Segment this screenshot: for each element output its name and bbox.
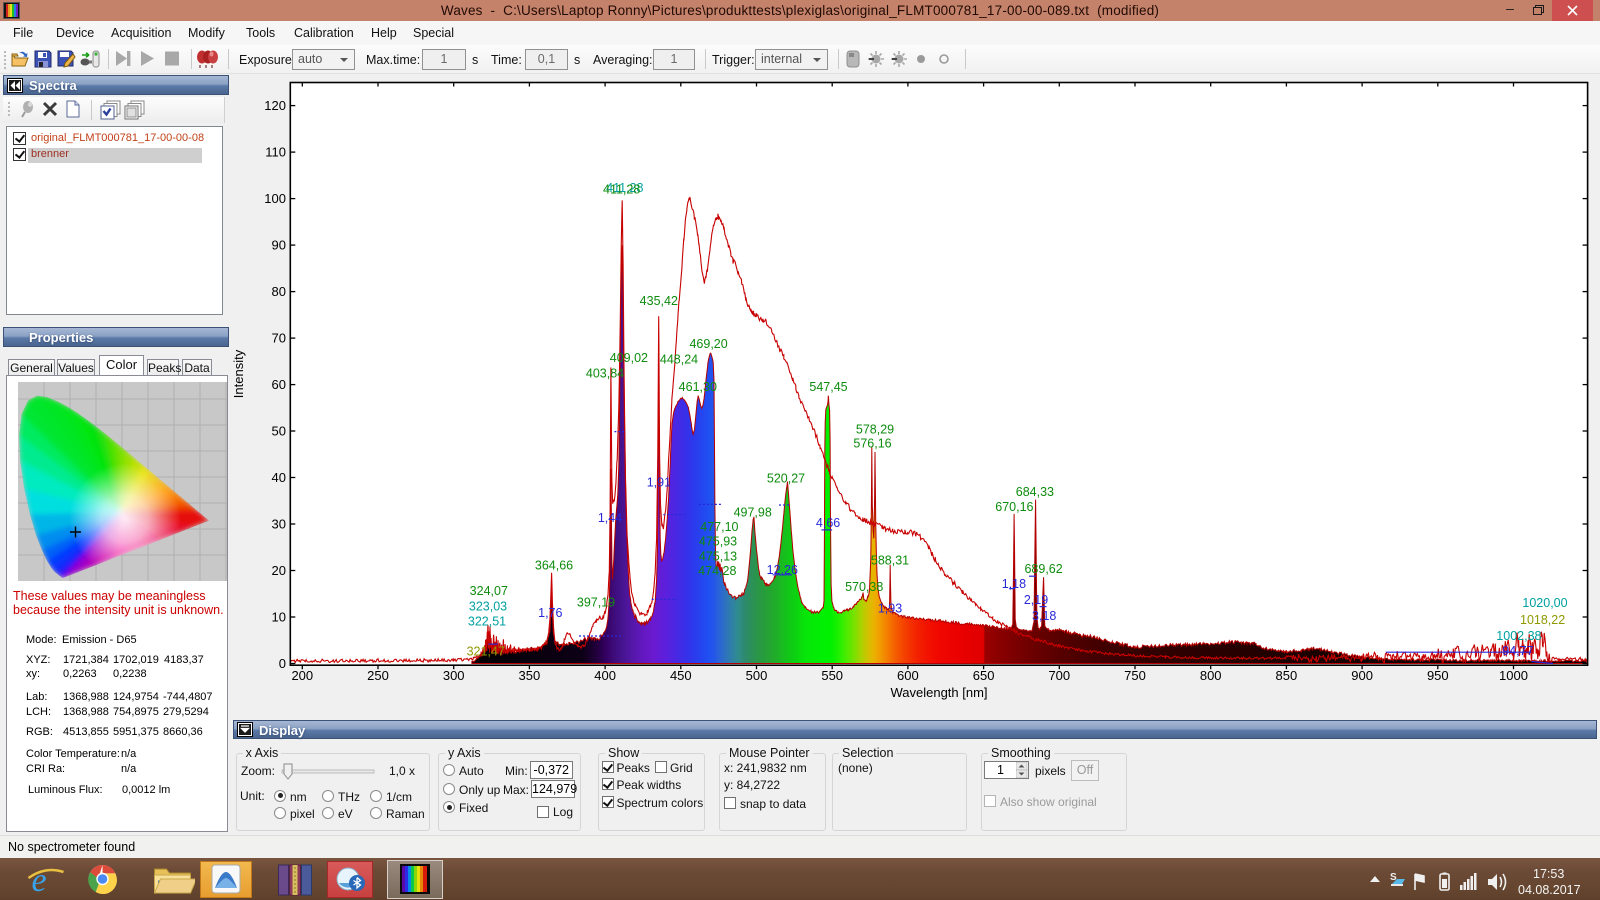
svg-text:474,28: 474,28 <box>698 564 736 578</box>
svg-text:120: 120 <box>264 98 286 113</box>
svg-text:950: 950 <box>1427 668 1449 683</box>
svg-text:403,84: 403,84 <box>586 367 624 381</box>
svg-text:1020,00: 1020,00 <box>1522 596 1567 610</box>
svg-text:4,66: 4,66 <box>816 516 840 530</box>
svg-text:461,30: 461,30 <box>679 380 717 394</box>
svg-text:350: 350 <box>519 668 541 683</box>
svg-text:547,45: 547,45 <box>809 380 847 394</box>
svg-text:321,47: 321,47 <box>467 644 505 658</box>
svg-text:475,13: 475,13 <box>699 549 737 563</box>
svg-text:Intensity: Intensity <box>232 349 246 398</box>
svg-text:324,07: 324,07 <box>470 584 508 598</box>
svg-text:550: 550 <box>821 668 843 683</box>
svg-text:684,33: 684,33 <box>1016 485 1054 499</box>
svg-text:588,31: 588,31 <box>871 553 909 567</box>
svg-text:323,03: 323,03 <box>469 599 507 613</box>
svg-text:411,28: 411,28 <box>603 183 640 197</box>
svg-text:40: 40 <box>272 470 286 485</box>
svg-text:1,44: 1,44 <box>598 511 622 525</box>
svg-text:477,10: 477,10 <box>700 520 738 534</box>
svg-text:520,27: 520,27 <box>767 471 805 485</box>
svg-text:200: 200 <box>291 668 313 683</box>
svg-text:322,51: 322,51 <box>468 614 506 628</box>
svg-text:Wavelength [nm]: Wavelength [nm] <box>890 685 987 700</box>
svg-text:1,93: 1,93 <box>878 602 902 616</box>
svg-text:50: 50 <box>272 424 286 439</box>
svg-text:3,18: 3,18 <box>1032 609 1056 623</box>
svg-text:0: 0 <box>279 656 286 671</box>
svg-text:750: 750 <box>1124 668 1146 683</box>
svg-text:469,20: 469,20 <box>689 337 727 351</box>
svg-text:110: 110 <box>265 145 286 160</box>
svg-text:409,02: 409,02 <box>610 351 648 365</box>
svg-text:1,91: 1,91 <box>647 476 671 490</box>
svg-text:1000: 1000 <box>1499 668 1528 683</box>
svg-text:400: 400 <box>594 668 616 683</box>
svg-text:650: 650 <box>973 668 995 683</box>
svg-text:300: 300 <box>443 668 465 683</box>
svg-text:250: 250 <box>367 668 389 683</box>
svg-text:475,93: 475,93 <box>699 535 737 549</box>
svg-text:600: 600 <box>897 668 919 683</box>
svg-text:80: 80 <box>272 284 286 299</box>
svg-text:448,24: 448,24 <box>660 353 698 367</box>
svg-text:30: 30 <box>272 517 286 532</box>
svg-text:2,19: 2,19 <box>1024 593 1048 607</box>
svg-text:450: 450 <box>670 668 692 683</box>
svg-text:397,19: 397,19 <box>577 595 615 609</box>
svg-text:e: e <box>32 862 47 898</box>
svg-text:1,76: 1,76 <box>538 606 562 620</box>
svg-text:500: 500 <box>746 668 768 683</box>
svg-text:576,16: 576,16 <box>853 437 891 451</box>
svg-text:364,66: 364,66 <box>535 558 573 572</box>
svg-text:578,29: 578,29 <box>856 423 894 437</box>
svg-text:670,16: 670,16 <box>995 500 1033 514</box>
svg-text:10: 10 <box>272 610 286 625</box>
svg-text:900: 900 <box>1351 668 1373 683</box>
svg-text:570,38: 570,38 <box>845 580 883 594</box>
svg-text:800: 800 <box>1200 668 1222 683</box>
svg-text:689,62: 689,62 <box>1024 562 1062 576</box>
svg-text:100: 100 <box>264 191 286 206</box>
svg-text:20: 20 <box>272 563 286 578</box>
svg-text:60: 60 <box>272 377 286 392</box>
svg-text:497,98: 497,98 <box>734 505 772 519</box>
svg-text:435,42: 435,42 <box>640 294 678 308</box>
svg-text:700: 700 <box>1048 668 1070 683</box>
svg-text:1002,38: 1002,38 <box>1496 629 1541 643</box>
svg-text:70: 70 <box>272 331 286 346</box>
svg-text:850: 850 <box>1276 668 1298 683</box>
svg-text:94,77: 94,77 <box>1502 644 1533 658</box>
svg-text:1018,22: 1018,22 <box>1520 613 1565 627</box>
svg-text:90: 90 <box>272 238 286 253</box>
